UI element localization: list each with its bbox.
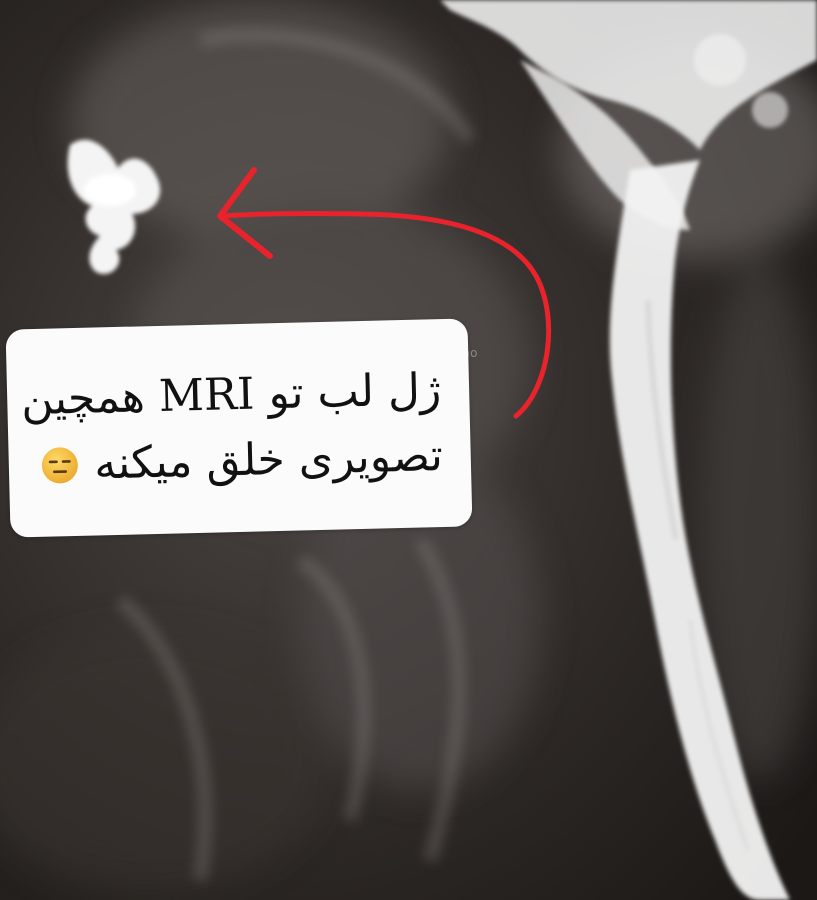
caption-line-1: ژل لب تو MRI همچین [20, 364, 442, 426]
watermark: Omo [448, 346, 478, 360]
expressionless-face-emoji-icon [42, 447, 79, 484]
caption-line-2: تصویری خلق میکنه [36, 423, 443, 499]
caption-card: ژل لب تو MRI همچین تصویری خلق میکنه [5, 318, 473, 538]
caption-line-2-text: تصویری خلق میکنه [93, 430, 444, 490]
